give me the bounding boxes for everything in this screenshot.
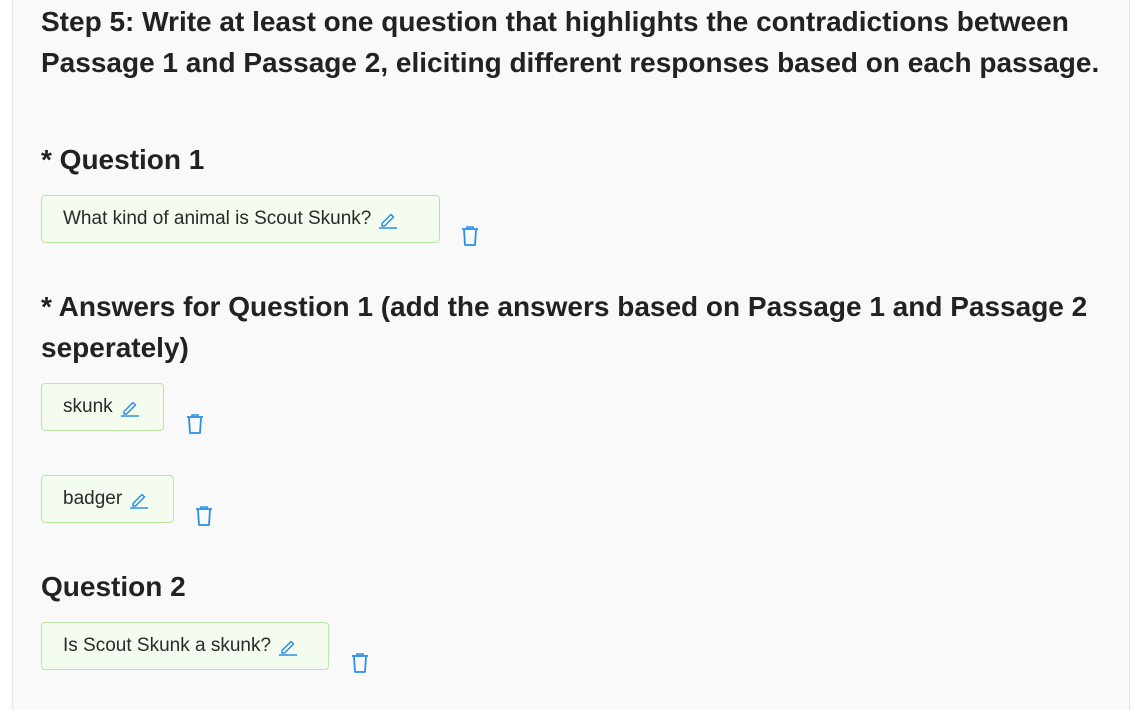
answers-1-heading: * Answers for Question 1 (add the answer… [41, 291, 1088, 363]
pencil-icon[interactable] [129, 489, 149, 509]
delete-question-2-trash-icon[interactable] [350, 652, 370, 674]
delete-answer-trash-icon[interactable] [194, 505, 214, 527]
answer-text: skunk [63, 396, 113, 417]
pencil-icon[interactable] [278, 636, 298, 656]
question-2-chip[interactable]: Is Scout Skunk a skunk? [41, 622, 329, 670]
pencil-icon[interactable] [120, 397, 140, 417]
delete-question-1-trash-icon[interactable] [460, 225, 480, 247]
answer-chip[interactable]: skunk [41, 383, 164, 431]
pencil-icon[interactable] [378, 209, 398, 229]
question-1-chip[interactable]: What kind of animal is Scout Skunk? [41, 195, 440, 243]
step-title: Step 5: Write at least one question that… [41, 6, 1100, 78]
delete-answer-trash-icon[interactable] [185, 413, 205, 435]
question-2-text: Is Scout Skunk a skunk? [63, 635, 272, 656]
question-2-heading: Question 2 [41, 571, 186, 602]
answer-chip[interactable]: badger [41, 475, 174, 523]
question-1-text: What kind of animal is Scout Skunk? [63, 208, 372, 229]
question-1-heading: * Question 1 [41, 144, 205, 175]
answer-text: badger [63, 488, 123, 509]
